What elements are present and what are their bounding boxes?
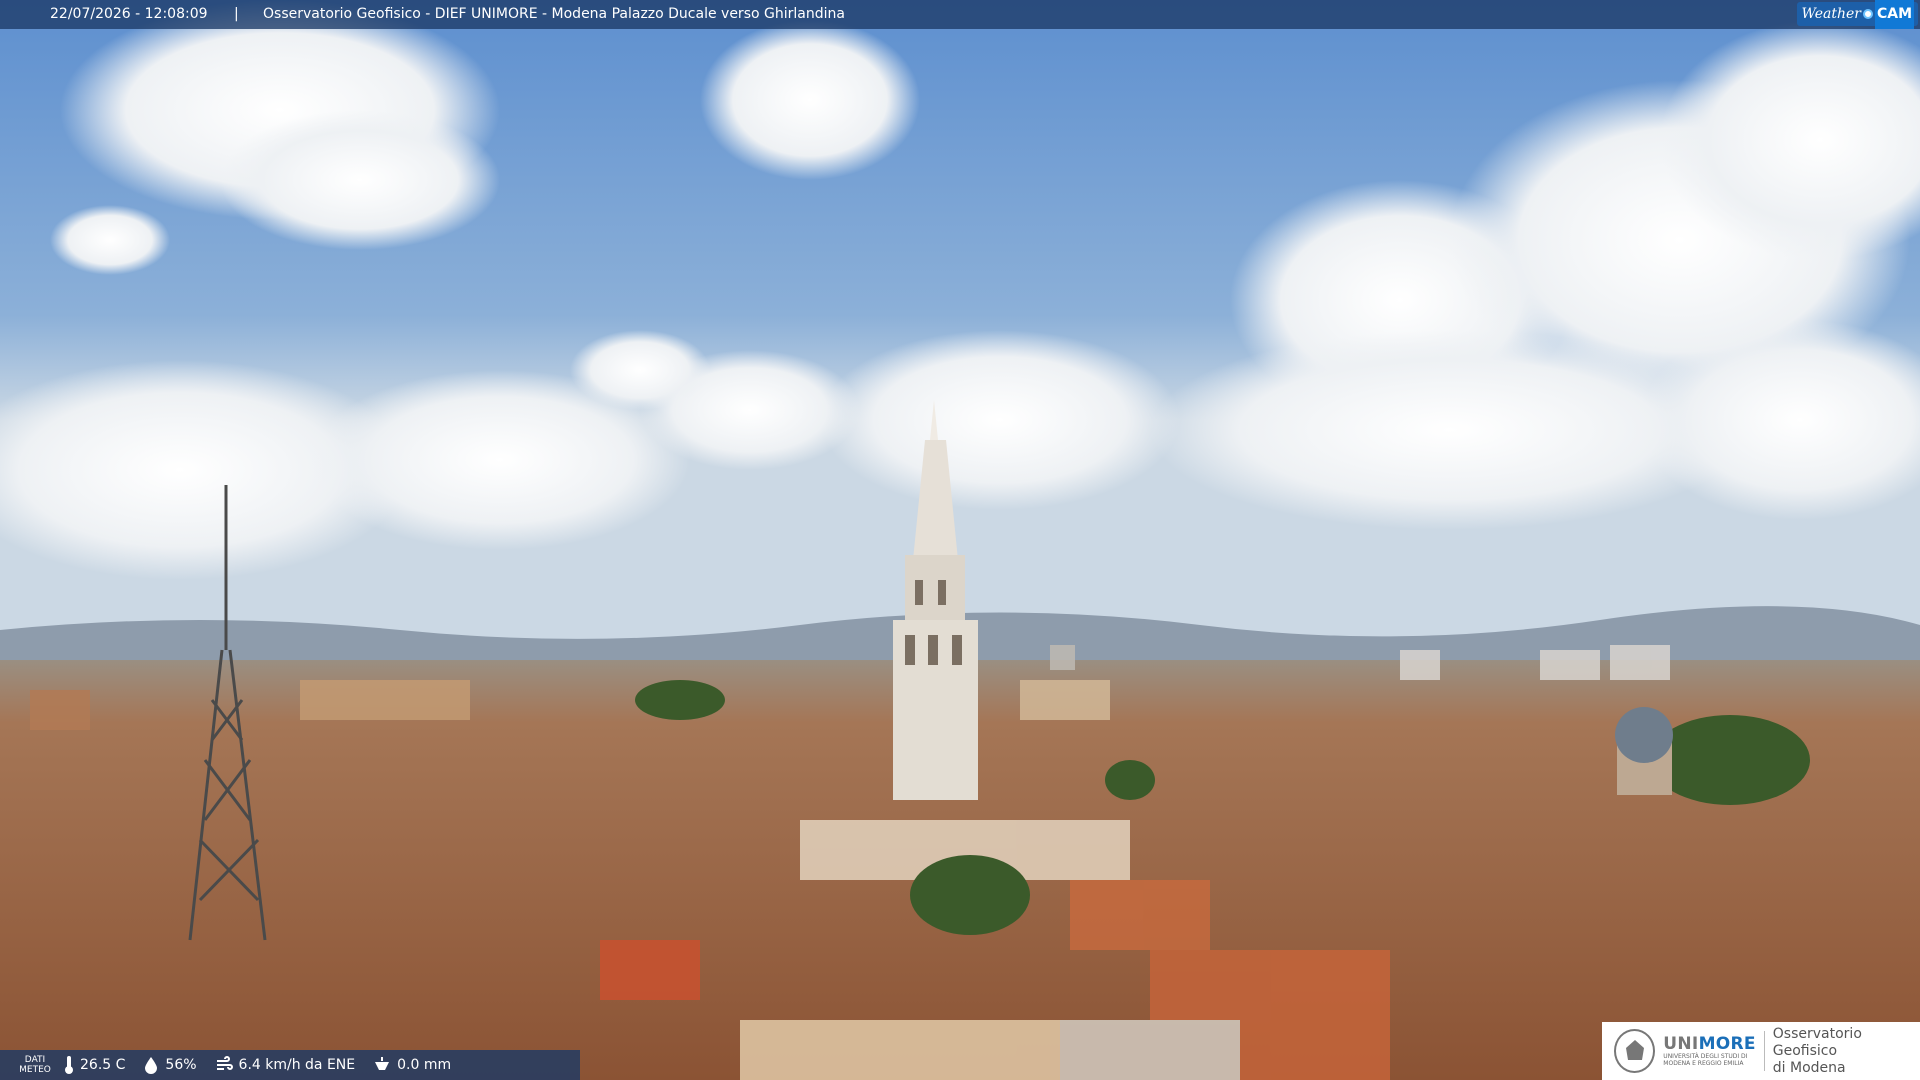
dati-line-2: METEO (19, 1065, 51, 1075)
droplet-icon (145, 1057, 158, 1074)
humidity-value: 56% (165, 1057, 197, 1073)
rain-value: 0.0 mm (397, 1057, 452, 1073)
logo-divider (1763, 1031, 1765, 1071)
weathercam-logo: Weather CAM (1797, 0, 1918, 29)
wind-reading: 6.4 km/h da ENE (215, 1056, 356, 1074)
weather-data-bar: DATI METEO 26.5 C 56% 6.4 km/h da ENE 0.… (0, 1050, 580, 1080)
temperature-value: 26.5 C (80, 1057, 126, 1073)
datetime-label: 22/07/2026 - 12:08:09 (50, 6, 208, 22)
temperature-reading: 26.5 C (64, 1055, 125, 1075)
dati-meteo-label: DATI METEO (16, 1055, 54, 1075)
wind-icon (216, 1056, 233, 1070)
thermometer-icon (65, 1056, 73, 1074)
observatory-name: Osservatorio Geofisico di Modena (1773, 1026, 1920, 1077)
rain-reading: 0.0 mm (373, 1056, 451, 1074)
top-overlay-bar: 22/07/2026 - 12:08:09 | Osservatorio Geo… (0, 0, 1920, 29)
dati-line-1: DATI (24, 1055, 46, 1065)
university-seal-icon (1614, 1029, 1656, 1073)
unimore-logo-box: UNIMORE UNIVERSITÀ DEGLI STUDI DI MODENA… (1602, 1022, 1920, 1080)
weathercam-logo-right: CAM (1874, 0, 1914, 29)
unimore-brand: UNIMORE UNIVERSITÀ DEGLI STUDI DI MODENA… (1663, 1035, 1756, 1067)
weathercam-logo-left: Weather (1801, 5, 1861, 22)
weathercam-dot-icon (1862, 9, 1873, 19)
brand-sub-1: UNIVERSITÀ DEGLI STUDI DI (1663, 1053, 1748, 1060)
webcam-photo (0, 0, 1920, 1080)
rain-gauge-icon (375, 1057, 390, 1070)
observatory-line-1: Osservatorio Geofisico (1772, 1025, 1862, 1059)
wind-value: 6.4 km/h da ENE (238, 1057, 356, 1073)
brand-suffix: MORE (1698, 1034, 1756, 1054)
unimore-brand-name: UNIMORE (1663, 1035, 1756, 1053)
brand-sub-2: MODENA E REGGIO EMILIA (1663, 1060, 1744, 1067)
separator: | (234, 6, 239, 22)
dome (1615, 707, 1673, 795)
camera-title: Osservatorio Geofisico - DIEF UNIMORE - … (263, 6, 845, 22)
humidity-reading: 56% (143, 1056, 197, 1074)
observatory-line-2: di Modena (1772, 1059, 1846, 1076)
brand-prefix: UNI (1663, 1034, 1699, 1054)
